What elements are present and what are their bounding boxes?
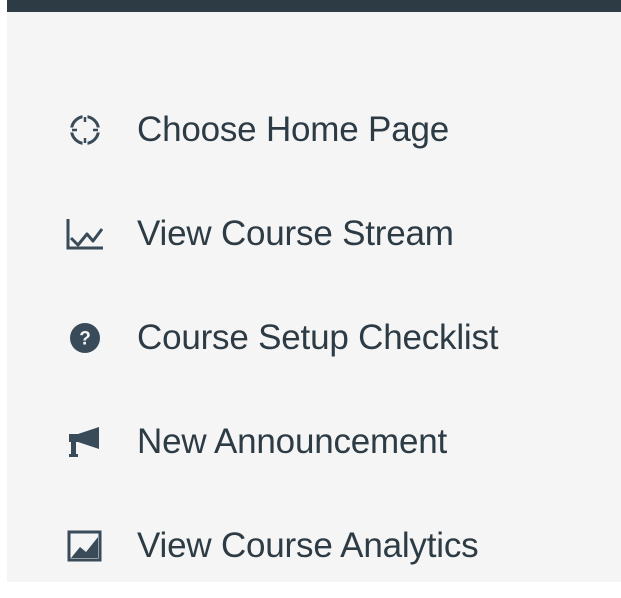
line-chart-icon	[65, 214, 105, 254]
menu-item-label: View Course Stream	[137, 214, 454, 253]
top-border-bar	[7, 0, 621, 12]
menu-item-label: View Course Analytics	[137, 526, 479, 565]
view-course-stream-button[interactable]: View Course Stream	[7, 182, 621, 286]
new-announcement-button[interactable]: New Announcement	[7, 390, 621, 494]
view-course-analytics-button[interactable]: View Course Analytics	[7, 494, 621, 598]
svg-text:?: ?	[79, 329, 91, 350]
menu-item-label: Choose Home Page	[137, 110, 449, 149]
menu-item-label: New Announcement	[137, 422, 448, 461]
course-actions-panel: Choose Home Page View Course Stream ? Co…	[7, 12, 621, 582]
image-analytics-icon	[65, 526, 105, 566]
course-actions-menu: Choose Home Page View Course Stream ? Co…	[7, 78, 621, 598]
menu-item-label: Course Setup Checklist	[137, 318, 499, 357]
question-circle-icon: ?	[65, 318, 105, 358]
crosshair-circle-icon	[65, 110, 105, 150]
choose-home-page-button[interactable]: Choose Home Page	[7, 78, 621, 182]
course-setup-checklist-button[interactable]: ? Course Setup Checklist	[7, 286, 621, 390]
megaphone-icon	[65, 422, 105, 462]
